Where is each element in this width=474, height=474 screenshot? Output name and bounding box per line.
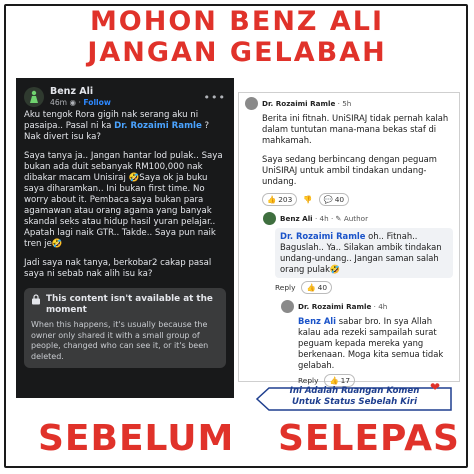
avatar[interactable]	[245, 97, 258, 110]
reply-count: 40	[334, 195, 345, 204]
thumbs-up-icon: 👍	[306, 283, 316, 292]
time-text: 5h	[342, 99, 352, 108]
post-time[interactable]: 46m	[50, 98, 67, 107]
comment-text: Benz Ali sabar bro. In sya Allah kalau a…	[298, 316, 453, 371]
commenter-name[interactable]: Dr. Rozaimi Ramle	[298, 301, 371, 312]
author-badge: Author	[343, 214, 369, 223]
like-count: 17	[340, 376, 351, 385]
author-name[interactable]: Benz Ali	[50, 86, 111, 97]
comment-paragraph-2: Saya sedang berbincang dengan peguam Uni…	[262, 154, 437, 186]
like-button[interactable]: 👍 40	[301, 281, 333, 294]
mention-link[interactable]: Dr. Rozaimi Ramle	[280, 231, 365, 241]
note-line-1: Ini Adalah Ruangan Komen	[289, 386, 420, 396]
follow-button[interactable]: Follow	[83, 98, 111, 107]
thumbs-up-icon: 👍	[329, 376, 339, 385]
headline-line-1: MOHON BENZ ALI	[89, 6, 385, 37]
unavailable-text: When this happens, it's usually because …	[31, 320, 209, 361]
comment-3: Dr. Rozaimi Ramle · 4h Benz Ali sabar br…	[239, 294, 459, 387]
time-text: 4h	[319, 214, 329, 223]
like-button[interactable]: 👍 203	[262, 193, 298, 206]
commenter-name[interactable]: Benz Ali	[280, 213, 313, 224]
comment-paragraph-1: Berita ini fitnah. UniSIRAJ tidak pernah…	[262, 113, 449, 145]
post-paragraph-2: Saya tanya ja.. Jangan hantar lod pulak.…	[24, 151, 223, 249]
heart-icon: ❤	[430, 380, 441, 394]
reply-link[interactable]: Reply	[298, 375, 318, 386]
comment-actions: 👍 203 👎 💬 40	[262, 193, 453, 206]
like-count: 40	[317, 283, 328, 292]
more-options-icon[interactable]: •••	[204, 92, 226, 103]
post-paragraph-3: Jadi saya nak tanya, berkobar2 cakap pas…	[24, 258, 212, 279]
comment-time: · 4h · ✎ Author	[312, 214, 369, 223]
comment-panel: Dr. Rozaimi Ramle · 5h Berita ini fitnah…	[238, 92, 460, 387]
post-meta: 46m ◉ · Follow	[50, 97, 111, 108]
facebook-post: Benz Ali 46m ◉ · Follow ••• Aku tengok R…	[16, 78, 234, 398]
note-callout: Ini Adalah Ruangan Komen Untuk Status Se…	[262, 386, 447, 408]
avatar[interactable]	[24, 87, 44, 107]
like-count: 203	[278, 195, 293, 204]
comment-time: · 4h	[371, 302, 388, 311]
comment-2: Benz Ali · 4h · ✎ Author Dr. Rozaimi Ram…	[239, 206, 459, 294]
post-header: Benz Ali 46m ◉ · Follow •••	[24, 84, 226, 110]
avatar[interactable]	[263, 212, 276, 225]
avatar[interactable]	[281, 300, 294, 313]
comment-time: · 5h	[335, 99, 352, 108]
headline-line-2: JANGAN GELABAH	[87, 37, 387, 68]
reply-count-button[interactable]: 💬 40	[318, 193, 350, 206]
unavailable-title: This content isn't available at the mome…	[46, 294, 213, 315]
comment-actions: Reply 👍 40	[275, 281, 453, 294]
comment-1: Dr. Rozaimi Ramle · 5h Berita ini fitnah…	[239, 93, 459, 206]
comment-text: Dr. Rozaimi Ramle oh.. Fitnah.. Baguslah…	[275, 228, 453, 278]
label-after: SELEPAS	[278, 418, 460, 459]
reply-link[interactable]: Reply	[275, 282, 295, 293]
label-before: SEBELUM	[38, 418, 235, 459]
comment-header: Dr. Rozaimi Ramle · 4h	[281, 300, 453, 313]
lock-icon	[32, 294, 40, 305]
post-body: Aku tengok Rora gigih nak serang aku ni …	[24, 110, 226, 280]
unavailable-title-row: This content isn't available at the mome…	[31, 294, 219, 316]
note-line-2: Untuk Status Sebelah Kiri	[291, 397, 418, 407]
mention-link[interactable]: Dr. Rozaimi Ramle	[114, 121, 202, 131]
thumbs-up-icon: 👍	[267, 195, 277, 204]
comment-icon: 💬	[323, 195, 333, 204]
post-paragraph-1: Aku tengok Rora gigih nak serang aku ni …	[24, 110, 226, 143]
comment-header: Benz Ali · 4h · ✎ Author	[263, 212, 453, 225]
unavailable-content-card: This content isn't available at the mome…	[24, 288, 226, 368]
globe-icon: ◉ ·	[69, 98, 84, 107]
dislike-icon[interactable]: 👎	[303, 194, 312, 205]
mention-link[interactable]: Benz Ali	[298, 316, 336, 326]
person-icon	[30, 90, 38, 103]
time-text: 4h	[378, 302, 388, 311]
comment-header: Dr. Rozaimi Ramle · 5h	[245, 97, 453, 110]
commenter-name[interactable]: Dr. Rozaimi Ramle	[262, 98, 335, 109]
